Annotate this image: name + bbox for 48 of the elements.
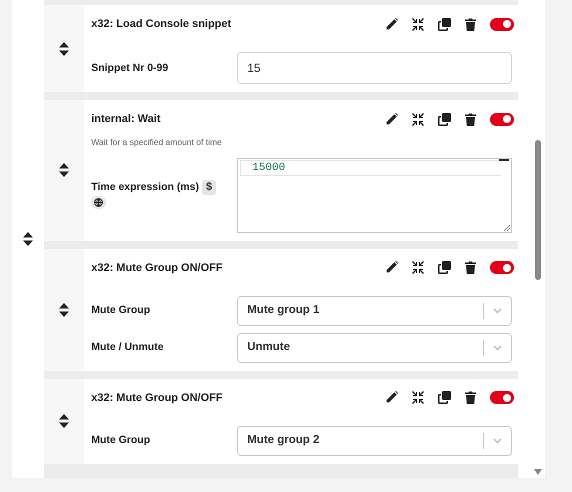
field-label: Mute / Unmute: [91, 340, 165, 356]
action-title: x32: Load Console snippet: [91, 16, 232, 32]
chevron-down-icon: [492, 308, 502, 314]
trash-button[interactable]: [464, 261, 476, 274]
trash-button[interactable]: [464, 112, 476, 126]
chevron-down-icon: [492, 344, 502, 351]
action-title: x32: Mute Group ON/OFF: [91, 390, 224, 406]
compress-button[interactable]: [412, 112, 424, 126]
pencil-button[interactable]: [384, 391, 398, 404]
copy-button[interactable]: [438, 18, 451, 30]
drag-handle-icon[interactable]: [23, 232, 34, 246]
field-label: Mute Group: [91, 433, 152, 448]
select-dropdown[interactable]: Mute group 1: [237, 296, 512, 326]
chevron-down-icon: [492, 438, 502, 444]
enable-toggle[interactable]: [490, 112, 514, 126]
copy-button[interactable]: [438, 391, 451, 404]
text-field[interactable]: 15: [237, 52, 512, 84]
drag-handle-icon[interactable]: [59, 302, 70, 317]
compress-button[interactable]: [412, 18, 424, 30]
pencil-button[interactable]: [384, 18, 398, 30]
globe-badge[interactable]: [91, 196, 106, 209]
pencil-button[interactable]: [384, 112, 398, 126]
drag-handle-icon[interactable]: [59, 414, 70, 428]
pencil-button[interactable]: [384, 261, 398, 274]
trash-button[interactable]: [464, 18, 476, 30]
select-dropdown[interactable]: Mute group 2: [237, 426, 512, 456]
drag-handle-icon[interactable]: [59, 42, 70, 56]
scrollbar-thumb[interactable]: [535, 140, 542, 280]
field-label: Time expression (ms): [91, 181, 199, 194]
select-dropdown[interactable]: Unmute: [237, 332, 512, 363]
enable-toggle[interactable]: [490, 18, 514, 30]
trash-button[interactable]: [464, 391, 476, 404]
drag-handle-icon[interactable]: [59, 163, 70, 178]
variable-badge[interactable]: $: [202, 180, 216, 196]
action-title: internal: Wait: [91, 112, 162, 127]
field-label: Mute Group: [91, 303, 152, 318]
action-description: Wait for a specified amount of time: [91, 136, 223, 149]
enable-toggle[interactable]: [490, 261, 514, 274]
copy-button[interactable]: [438, 261, 451, 274]
copy-button[interactable]: [438, 112, 451, 126]
expression-field[interactable]: 15000: [237, 158, 512, 233]
action-title: x32: Mute Group ON/OFF: [91, 260, 224, 276]
enable-toggle[interactable]: [490, 391, 514, 404]
field-label: Snippet Nr 0-99: [91, 60, 170, 76]
compress-button[interactable]: [412, 391, 424, 404]
compress-button[interactable]: [412, 261, 424, 274]
resize-grip-icon[interactable]: [504, 224, 510, 231]
scroll-down-arrow-icon[interactable]: [534, 469, 542, 475]
